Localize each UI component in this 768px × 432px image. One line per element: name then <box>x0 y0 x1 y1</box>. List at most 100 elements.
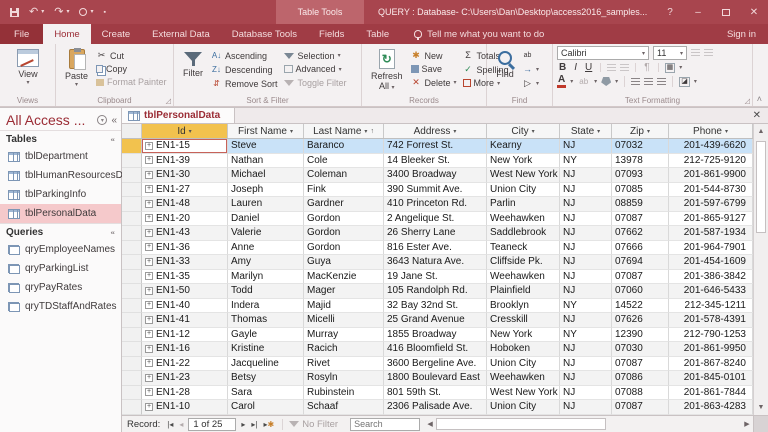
last-record-button[interactable]: ▸| <box>248 420 260 429</box>
record-selector[interactable] <box>122 212 142 227</box>
cell-state[interactable]: NJ <box>560 371 612 386</box>
cell-first-name[interactable]: Lauren <box>228 197 304 212</box>
cell-last-name[interactable]: Fink <box>304 183 384 198</box>
next-record-button[interactable]: ▸ <box>238 420 248 429</box>
cell-state[interactable]: NJ <box>560 241 612 256</box>
cell-id[interactable]: +EN1-20 <box>142 212 228 227</box>
cell-city[interactable]: Weehawken <box>487 371 560 386</box>
cell-city[interactable]: Hoboken <box>487 342 560 357</box>
column-header-phone[interactable]: Phone▾ <box>669 124 753 138</box>
cell-zip[interactable]: 13978 <box>612 154 669 169</box>
cell-phone[interactable]: 201-867-8240 <box>669 357 753 372</box>
cell-phone[interactable]: 201-597-6799 <box>669 197 753 212</box>
cell-city[interactable]: Saddlebrook <box>487 226 560 241</box>
cell-address[interactable]: 2 Angelique St. <box>384 212 487 227</box>
expand-subdatasheet-icon[interactable]: + <box>145 374 153 382</box>
cell-first-name[interactable]: Jacqueline <box>228 357 304 372</box>
cell-phone[interactable]: 201-865-9127 <box>669 212 753 227</box>
cell-address[interactable]: 1855 Broadway <box>384 328 487 343</box>
cell-id[interactable]: +EN1-40 <box>142 299 228 314</box>
cell-zip[interactable]: 07088 <box>612 386 669 401</box>
cell-id[interactable]: +EN1-33 <box>142 255 228 270</box>
scroll-down-icon[interactable]: ▼ <box>754 400 768 415</box>
vertical-scrollbar-thumb[interactable] <box>756 141 766 233</box>
cell-first-name[interactable]: Anne <box>228 241 304 256</box>
cell-phone[interactable]: 212-345-1211 <box>669 299 753 314</box>
cell-id[interactable]: +EN1-35 <box>142 270 228 285</box>
record-selector[interactable] <box>122 299 142 314</box>
cell-city[interactable]: Union City <box>487 400 560 415</box>
expand-subdatasheet-icon[interactable]: + <box>145 316 153 324</box>
cell-last-name[interactable]: Majid <box>304 299 384 314</box>
document-tab[interactable]: tblPersonalData <box>122 108 235 123</box>
cell-first-name[interactable]: Thomas <box>228 313 304 328</box>
tell-me-box[interactable]: Tell me what you want to do <box>400 24 544 44</box>
cell-zip[interactable]: 07093 <box>612 168 669 183</box>
copy-button[interactable]: Copy <box>93 63 170 75</box>
cell-phone[interactable]: 212-790-1253 <box>669 328 753 343</box>
record-selector[interactable] <box>122 154 142 169</box>
cell-zip[interactable]: 07086 <box>612 371 669 386</box>
record-position-box[interactable]: 1 of 25 <box>188 418 236 431</box>
descending-button[interactable]: Z↓Descending <box>208 63 281 76</box>
cell-city[interactable]: Cresskill <box>487 313 560 328</box>
record-selector[interactable] <box>122 400 142 415</box>
cell-first-name[interactable]: Steve <box>228 139 304 154</box>
record-selector[interactable] <box>122 357 142 372</box>
first-record-button[interactable]: |◂ <box>164 420 176 429</box>
cell-city[interactable]: Union City <box>487 357 560 372</box>
bullets-icon[interactable] <box>691 49 700 57</box>
ribbon-tab[interactable]: File <box>0 24 43 44</box>
cell-id[interactable]: +EN1-27 <box>142 183 228 198</box>
cell-state[interactable]: NJ <box>560 255 612 270</box>
record-selector[interactable] <box>122 386 142 401</box>
cell-city[interactable]: New York <box>487 328 560 343</box>
shutter-bar-close-icon[interactable]: « <box>111 115 117 126</box>
expand-subdatasheet-icon[interactable]: + <box>145 258 153 266</box>
vertical-scrollbar[interactable]: ▲ ▼ <box>753 124 768 415</box>
font-size-combobox[interactable]: 11▾ <box>653 46 687 60</box>
filter-status[interactable]: No Filter <box>282 419 344 430</box>
record-selector[interactable] <box>122 197 142 212</box>
cell-zip[interactable]: 07087 <box>612 270 669 285</box>
cell-first-name[interactable]: Gayle <box>228 328 304 343</box>
record-selector[interactable] <box>122 328 142 343</box>
gridlines-icon[interactable]: ▦ <box>665 63 676 73</box>
cell-state[interactable]: NJ <box>560 284 612 299</box>
cell-last-name[interactable]: Rosyln <box>304 371 384 386</box>
cell-phone[interactable]: 201-861-9900 <box>669 168 753 183</box>
cell-zip[interactable]: 07666 <box>612 241 669 256</box>
highlight-color-icon[interactable]: ab <box>577 77 590 86</box>
cell-phone[interactable]: 201-386-3842 <box>669 270 753 285</box>
expand-subdatasheet-icon[interactable]: + <box>145 171 153 179</box>
cell-state[interactable]: NJ <box>560 342 612 357</box>
save-icon[interactable] <box>10 8 19 17</box>
column-dropdown-icon[interactable]: ▾ <box>532 128 535 135</box>
cell-phone[interactable]: 201-439-6620 <box>669 139 753 154</box>
cell-address[interactable]: 3400 Broadway <box>384 168 487 183</box>
nav-pane-menu-icon[interactable]: ▾ <box>97 115 107 125</box>
cell-id[interactable]: +EN1-28 <box>142 386 228 401</box>
cell-id[interactable]: +EN1-12 <box>142 328 228 343</box>
search-input[interactable] <box>350 418 420 431</box>
expand-subdatasheet-icon[interactable]: + <box>145 200 153 208</box>
cell-phone[interactable]: 201-578-4391 <box>669 313 753 328</box>
cell-last-name[interactable]: Rubinstein <box>304 386 384 401</box>
minimize-button[interactable]: – <box>684 0 712 24</box>
restore-button[interactable] <box>712 0 740 24</box>
cell-city[interactable]: Cliffside Pk. <box>487 255 560 270</box>
view-button[interactable]: View▾ <box>4 47 52 88</box>
background-color-icon[interactable] <box>601 77 611 86</box>
column-header-zip[interactable]: Zip▾ <box>612 124 669 138</box>
align-right-icon[interactable] <box>657 78 666 86</box>
cell-phone[interactable]: 201-863-4283 <box>669 400 753 415</box>
column-dropdown-icon[interactable]: ▾ <box>647 128 650 135</box>
cell-id[interactable]: +EN1-39 <box>142 154 228 169</box>
toggle-filter-button[interactable]: Toggle Filter <box>281 76 350 89</box>
nav-section-tables[interactable]: Tables« <box>0 130 121 147</box>
cell-city[interactable]: Kearny <box>487 139 560 154</box>
cell-id[interactable]: +EN1-48 <box>142 197 228 212</box>
cell-last-name[interactable]: Micelli <box>304 313 384 328</box>
scroll-right-icon[interactable]: ▶ <box>741 420 753 428</box>
record-selector[interactable] <box>122 270 142 285</box>
